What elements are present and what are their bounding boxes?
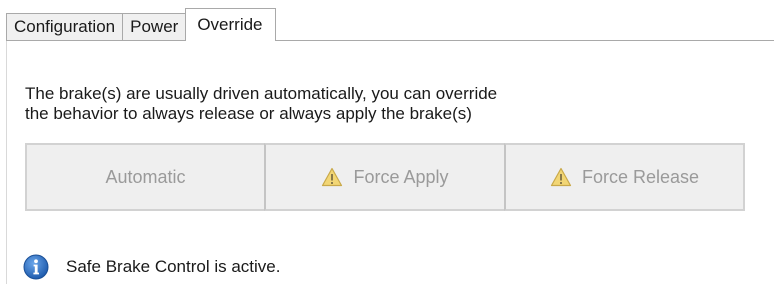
- tab-override[interactable]: Override: [185, 8, 276, 41]
- info-icon: [23, 254, 49, 280]
- status-text: Safe Brake Control is active.: [66, 257, 281, 276]
- force-apply-button-label: Force Apply: [353, 166, 449, 187]
- force-release-button[interactable]: Force Release: [504, 143, 745, 211]
- tab-configuration[interactable]: Configuration: [6, 13, 124, 41]
- warning-icon: [321, 167, 343, 187]
- panel-left-border: [6, 40, 7, 284]
- force-release-button-label: Force Release: [581, 166, 700, 187]
- override-description: The brake(s) are usually driven automati…: [25, 84, 497, 124]
- tab-strip: Configuration Power Override: [6, 8, 276, 41]
- status-message: Safe Brake Control is active.: [23, 252, 280, 282]
- automatic-button[interactable]: Automatic: [25, 143, 266, 211]
- force-apply-button[interactable]: Force Apply: [264, 143, 506, 211]
- description-line-1: The brake(s) are usually driven automati…: [25, 84, 498, 103]
- tab-divider: [6, 40, 774, 41]
- override-panel-window: Configuration Power Override The brake(s…: [0, 0, 774, 284]
- override-button-group: Automatic Force Apply Force Release: [25, 143, 745, 211]
- warning-icon: [550, 167, 572, 187]
- automatic-button-label: Automatic: [105, 166, 186, 187]
- description-line-2: the behavior to always release or always…: [25, 104, 472, 123]
- tab-power[interactable]: Power: [122, 13, 187, 41]
